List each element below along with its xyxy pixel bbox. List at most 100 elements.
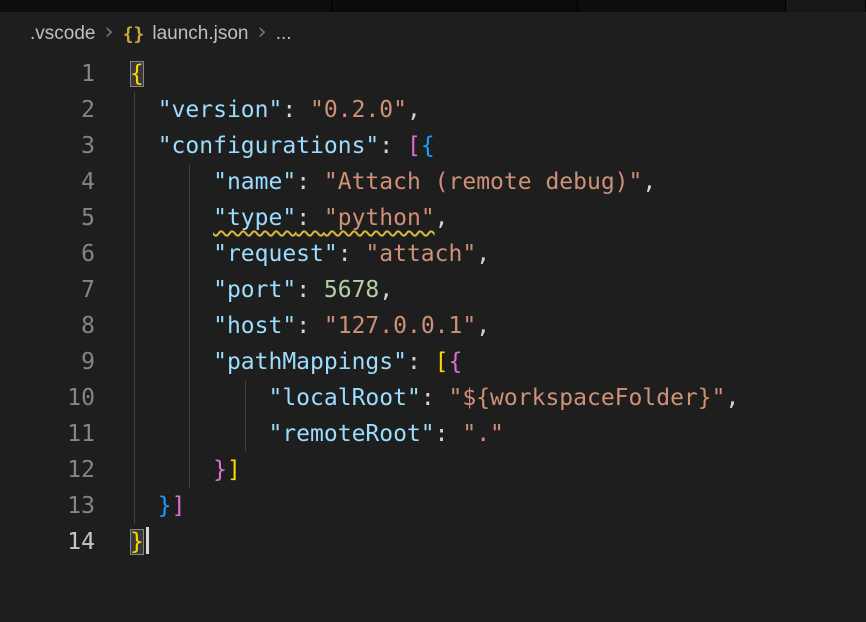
code-line-content: "type": "python", xyxy=(130,200,449,236)
code-line-content: "version": "0.2.0", xyxy=(130,92,421,128)
code-token: , xyxy=(476,313,490,339)
code-token xyxy=(130,277,213,303)
code-line[interactable]: 6 "request": "attach", xyxy=(0,236,866,272)
code-token: "." xyxy=(462,421,504,447)
breadcrumb-file[interactable]: {} launch.json xyxy=(123,23,249,45)
code-token xyxy=(130,241,213,267)
code-token: "0.2.0" xyxy=(310,97,407,123)
code-token xyxy=(130,385,268,411)
line-number[interactable]: 5 xyxy=(0,200,95,236)
code-token: "attach" xyxy=(365,241,476,267)
code-token: 5678 xyxy=(324,277,379,303)
code-token: "localRoot" xyxy=(268,385,420,411)
code-line[interactable]: 3 "configurations": [{ xyxy=(0,128,866,164)
code-line[interactable]: 5 "type": "python", xyxy=(0,200,866,236)
code-token: } xyxy=(213,457,227,483)
text-cursor xyxy=(146,527,149,554)
line-number[interactable]: 11 xyxy=(0,416,95,452)
code-token xyxy=(130,493,158,519)
code-token xyxy=(130,169,213,195)
code-token: "127.0.0.1" xyxy=(324,313,476,339)
code-token xyxy=(130,97,158,123)
code-line-content: "port": 5678, xyxy=(130,272,393,308)
code-token: [ xyxy=(435,349,449,375)
code-token: , xyxy=(476,241,490,267)
code-line[interactable]: 12 }] xyxy=(0,452,866,488)
code-token: "${workspaceFolder}" xyxy=(449,385,726,411)
code-token: , xyxy=(642,169,656,195)
code-token: "python" xyxy=(324,205,435,231)
code-line-content: "configurations": [{ xyxy=(130,128,435,164)
code-token: { xyxy=(449,349,463,375)
line-number[interactable]: 2 xyxy=(0,92,95,128)
editor-tab[interactable] xyxy=(0,0,332,12)
code-line-content: "localRoot": "${workspaceFolder}", xyxy=(130,380,739,416)
code-token: : xyxy=(296,313,324,339)
code-token: "configurations" xyxy=(158,133,380,159)
tab-bar xyxy=(0,0,866,12)
code-token: "pathMappings" xyxy=(213,349,407,375)
code-token: , xyxy=(435,205,449,231)
code-token: , xyxy=(379,277,393,303)
code-line[interactable]: 11 "remoteRoot": "." xyxy=(0,416,866,452)
code-token: , xyxy=(725,385,739,411)
code-token xyxy=(130,313,213,339)
line-number[interactable]: 6 xyxy=(0,236,95,272)
breadcrumb: .vscode › {} launch.json › ... xyxy=(0,12,866,56)
editor-tab[interactable] xyxy=(332,0,578,12)
code-token: } xyxy=(130,529,144,555)
line-number[interactable]: 1 xyxy=(0,56,95,92)
code-token: : xyxy=(296,205,324,231)
breadcrumb-symbol[interactable]: ... xyxy=(276,23,292,45)
line-number[interactable]: 12 xyxy=(0,452,95,488)
code-line[interactable]: 14} xyxy=(0,524,866,560)
code-token: "remoteRoot" xyxy=(268,421,434,447)
line-number[interactable]: 9 xyxy=(0,344,95,380)
code-line-content: "pathMappings": [{ xyxy=(130,344,462,380)
code-area[interactable]: 1{2 "version": "0.2.0",3 "configurations… xyxy=(0,56,866,560)
code-lines: 1{2 "version": "0.2.0",3 "configurations… xyxy=(0,56,866,560)
code-token: "Attach (remote debug)" xyxy=(324,169,643,195)
code-line[interactable]: 13 }] xyxy=(0,488,866,524)
code-line[interactable]: 4 "name": "Attach (remote debug)", xyxy=(0,164,866,200)
breadcrumb-folder[interactable]: .vscode xyxy=(30,23,95,45)
line-number[interactable]: 8 xyxy=(0,308,95,344)
editor-tab[interactable] xyxy=(578,0,786,12)
code-token: , xyxy=(407,97,421,123)
code-line-content: } xyxy=(130,524,149,560)
code-line-content: }] xyxy=(130,452,241,488)
code-line-content: "request": "attach", xyxy=(130,236,490,272)
code-token xyxy=(130,421,268,447)
code-token: : xyxy=(338,241,366,267)
breadcrumb-file-label: launch.json xyxy=(152,23,248,45)
line-number[interactable]: 4 xyxy=(0,164,95,200)
code-token: "version" xyxy=(158,97,283,123)
line-number[interactable]: 10 xyxy=(0,380,95,416)
line-number[interactable]: 3 xyxy=(0,128,95,164)
code-line-content: "remoteRoot": "." xyxy=(130,416,504,452)
code-token: "port" xyxy=(213,277,296,303)
code-token: ] xyxy=(227,457,241,483)
code-token: "host" xyxy=(213,313,296,339)
code-token xyxy=(130,457,213,483)
code-token: : xyxy=(379,133,407,159)
code-token: : xyxy=(435,421,463,447)
chevron-right-icon: › xyxy=(104,21,113,44)
code-line[interactable]: 2 "version": "0.2.0", xyxy=(0,92,866,128)
code-line[interactable]: 8 "host": "127.0.0.1", xyxy=(0,308,866,344)
code-line[interactable]: 1{ xyxy=(0,56,866,92)
code-line-content: }] xyxy=(130,488,185,524)
editor-tab-spacer xyxy=(786,0,866,12)
code-token xyxy=(130,205,213,231)
chevron-right-icon: › xyxy=(258,21,267,44)
code-token: : xyxy=(282,97,310,123)
code-token: : xyxy=(296,277,324,303)
code-line[interactable]: 10 "localRoot": "${workspaceFolder}", xyxy=(0,380,866,416)
code-token: ] xyxy=(172,493,186,519)
code-line[interactable]: 7 "port": 5678, xyxy=(0,272,866,308)
line-number[interactable]: 14 xyxy=(0,524,95,560)
line-number[interactable]: 13 xyxy=(0,488,95,524)
line-number[interactable]: 7 xyxy=(0,272,95,308)
code-line[interactable]: 9 "pathMappings": [{ xyxy=(0,344,866,380)
code-token: { xyxy=(421,133,435,159)
